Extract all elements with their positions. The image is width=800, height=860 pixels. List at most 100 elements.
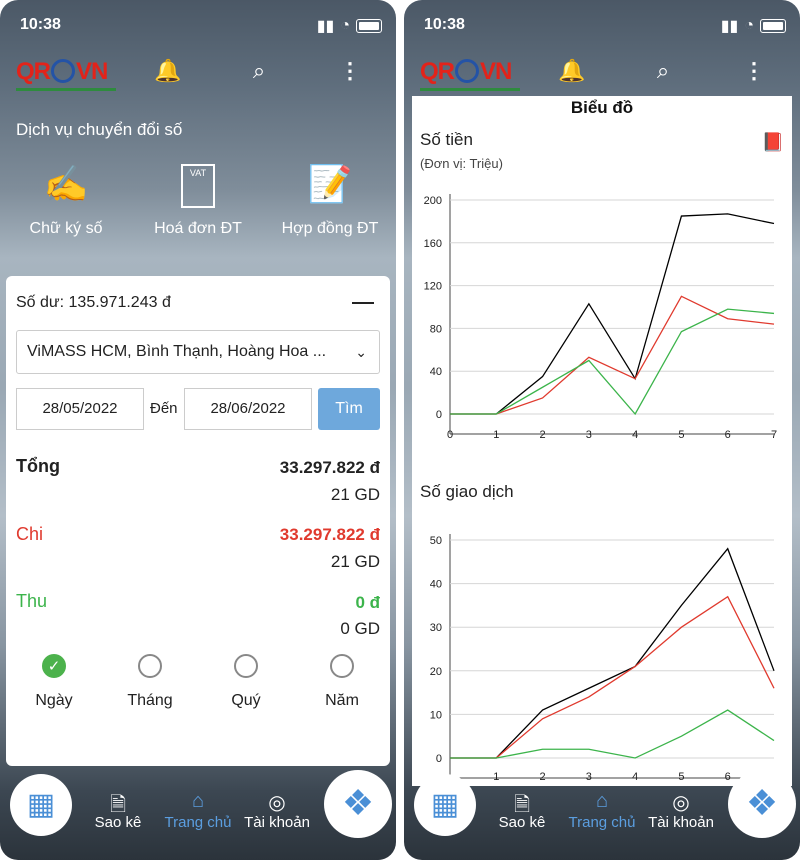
account-icon: ◎ bbox=[268, 792, 286, 814]
x-tick-label: 1 bbox=[493, 429, 499, 441]
chart-panel: Biểu đồ Số tiền 📕 (Đơn vị: Triệu) 0 40 80 1… bbox=[412, 96, 792, 786]
income-count: 0 GD bbox=[340, 619, 380, 638]
chart-screen: 10:38 ▮▮ ◔ QR VN 🔔 ⌕ ⋮ Biểu đồ Số tiền 📕 … bbox=[404, 0, 800, 860]
service-e-contract[interactable]: 📝 Hợp đồng ĐT bbox=[270, 160, 390, 238]
period-month[interactable]: Tháng bbox=[110, 654, 190, 710]
account-select[interactable]: ViMASS HCM, Bình Thạnh, Hoàng Hoa ... ⌄ bbox=[16, 330, 380, 374]
home-screen: 10:38 ▮▮ ◔ QR VN 🔔 ⌕ ⋮ Dịch vụ chuyển đổi… bbox=[0, 0, 396, 860]
date-to-field[interactable]: 28/06/2022 bbox=[184, 388, 312, 430]
top-bar: QR VN 🔔 ⌕ ⋮ bbox=[0, 50, 396, 94]
tab-statement[interactable]: 🗎 Sao kê bbox=[78, 790, 158, 831]
battery-icon bbox=[356, 19, 382, 33]
series-line-1 bbox=[450, 295, 775, 415]
qr-logo-icon: ❖ bbox=[745, 782, 779, 823]
x-tick-label: 7 bbox=[771, 429, 777, 441]
qr-scan-button[interactable]: ▦ bbox=[414, 774, 476, 836]
tab-home[interactable]: ⌂ Trang chủ bbox=[562, 790, 642, 831]
y-tick-label: 0 bbox=[436, 753, 442, 765]
services-title: Dịch vụ chuyển đổi số bbox=[16, 120, 183, 139]
y-tick-label: 50 bbox=[430, 535, 442, 547]
bell-icon[interactable]: 🔔 bbox=[154, 58, 181, 84]
amount-line-chart: 0 40 80 120 160 200 0 1 2 3 4 5 6 7 bbox=[424, 194, 777, 441]
qr-scan-button[interactable]: ▦ bbox=[10, 774, 72, 836]
total-amount: 33.297.822 đ bbox=[279, 458, 380, 477]
transactions-line-chart: 010203040501 2 3 4 5 6 bbox=[430, 534, 775, 783]
date-to-label: Đến bbox=[150, 400, 178, 417]
y-tick-label: 40 bbox=[430, 366, 442, 378]
battery-icon bbox=[760, 19, 786, 33]
x-tick-label: 0 bbox=[447, 429, 453, 441]
top-bar: QR VN 🔔 ⌕ ⋮ bbox=[404, 50, 800, 94]
status-bar: 10:38 ▮▮ ◔ bbox=[404, 14, 800, 36]
x-tick-label: 6 bbox=[725, 429, 731, 441]
radio-icon bbox=[234, 654, 258, 678]
y-tick-label: 120 bbox=[424, 281, 442, 293]
amount-chart-unit: (Đơn vị: Triệu) bbox=[420, 156, 503, 171]
transactions-chart-title: Số giao dịch bbox=[420, 482, 514, 501]
y-tick-label: 10 bbox=[430, 709, 442, 721]
series-line-0 bbox=[450, 213, 775, 415]
balance-card: Số dư: 135.971.243 đ ViMASS HCM, Bình Th… bbox=[6, 276, 390, 766]
radio-icon bbox=[330, 654, 354, 678]
radio-icon bbox=[138, 654, 162, 678]
y-tick-label: 200 bbox=[424, 195, 442, 207]
qr-icon: ▦ bbox=[430, 788, 460, 821]
more-icon[interactable]: ⋮ bbox=[337, 58, 363, 84]
y-tick-label: 40 bbox=[430, 579, 442, 591]
app-logo[interactable]: QR VN bbox=[16, 58, 108, 86]
series-line-2 bbox=[450, 709, 775, 759]
y-tick-label: 20 bbox=[430, 666, 442, 678]
status-bar: 10:38 ▮▮ ◔ bbox=[0, 14, 396, 36]
x-tick-label: 3 bbox=[586, 429, 592, 441]
tab-home[interactable]: ⌂ Trang chủ bbox=[158, 790, 238, 831]
y-tick-label: 160 bbox=[424, 238, 442, 250]
contract-icon: 📝 bbox=[307, 163, 353, 204]
wifi-icon: ◔ bbox=[744, 17, 754, 34]
tab-account[interactable]: ◎ Tài khoản bbox=[641, 790, 721, 831]
y-tick-label: 80 bbox=[430, 323, 442, 335]
chevron-down-icon: ⌄ bbox=[355, 344, 367, 360]
date-from-field[interactable]: 28/05/2022 bbox=[16, 388, 144, 430]
page-title: Biểu đồ bbox=[570, 98, 634, 117]
period-quarter[interactable]: Quý bbox=[206, 654, 286, 710]
tab-account[interactable]: ◎ Tài khoản bbox=[237, 790, 317, 831]
period-year[interactable]: Năm bbox=[302, 654, 382, 710]
expense-label: Chi bbox=[16, 524, 44, 544]
check-icon: ✓ bbox=[42, 654, 66, 678]
status-time: 10:38 bbox=[424, 16, 465, 33]
period-day[interactable]: ✓ Ngày bbox=[14, 654, 94, 710]
income-label: Thu bbox=[16, 591, 48, 611]
statement-icon: 🗎 bbox=[513, 794, 531, 816]
app-logo[interactable]: QR VN bbox=[420, 58, 512, 86]
signature-icon: ✍ bbox=[43, 163, 89, 204]
qr-icon: ▦ bbox=[26, 788, 56, 821]
home-icon: ⌂ bbox=[595, 790, 609, 812]
search-icon[interactable]: ⌕ bbox=[246, 58, 272, 84]
x-tick-label: 5 bbox=[678, 429, 684, 441]
home-icon: ⌂ bbox=[191, 790, 205, 812]
bottom-tab-bar: ▦ 🗎 Sao kê ⌂ Trang chủ ◎ Tài khoản ❖ bbox=[0, 770, 396, 860]
bell-icon[interactable]: 🔔 bbox=[558, 58, 585, 84]
collapse-icon[interactable] bbox=[352, 302, 374, 304]
qr-pay-button[interactable]: ❖ bbox=[324, 770, 392, 838]
status-time: 10:38 bbox=[20, 16, 61, 33]
more-icon[interactable]: ⋮ bbox=[741, 58, 767, 84]
x-tick-label: 2 bbox=[540, 429, 546, 441]
service-digital-signature[interactable]: ✍ Chữ ký số bbox=[6, 160, 126, 238]
total-label: Tổng bbox=[16, 456, 60, 476]
signal-icon: ▮▮ bbox=[316, 18, 335, 35]
book-icon[interactable]: 📕 bbox=[762, 132, 784, 153]
search-button[interactable]: Tìm bbox=[318, 388, 380, 430]
tab-statement[interactable]: 🗎 Sao kê bbox=[482, 790, 562, 831]
search-icon[interactable]: ⌕ bbox=[650, 58, 676, 84]
service-e-invoice[interactable]: VAT Hoá đơn ĐT bbox=[138, 160, 258, 238]
status-icons: ▮▮ ◔ bbox=[721, 16, 786, 36]
series-line-0 bbox=[450, 547, 775, 759]
income-amount: 0 đ bbox=[355, 593, 380, 612]
qr-pay-button[interactable]: ❖ bbox=[728, 770, 796, 838]
bottom-tab-bar: ▦ 🗎 Sao kê ⌂ Trang chủ ◎ Tài khoản ❖ bbox=[404, 770, 800, 860]
y-tick-label: 0 bbox=[436, 409, 442, 421]
balance-text: Số dư: 135.971.243 đ bbox=[16, 294, 171, 311]
expense-amount: 33.297.822 đ bbox=[279, 525, 380, 544]
x-tick-label: 4 bbox=[632, 429, 638, 441]
